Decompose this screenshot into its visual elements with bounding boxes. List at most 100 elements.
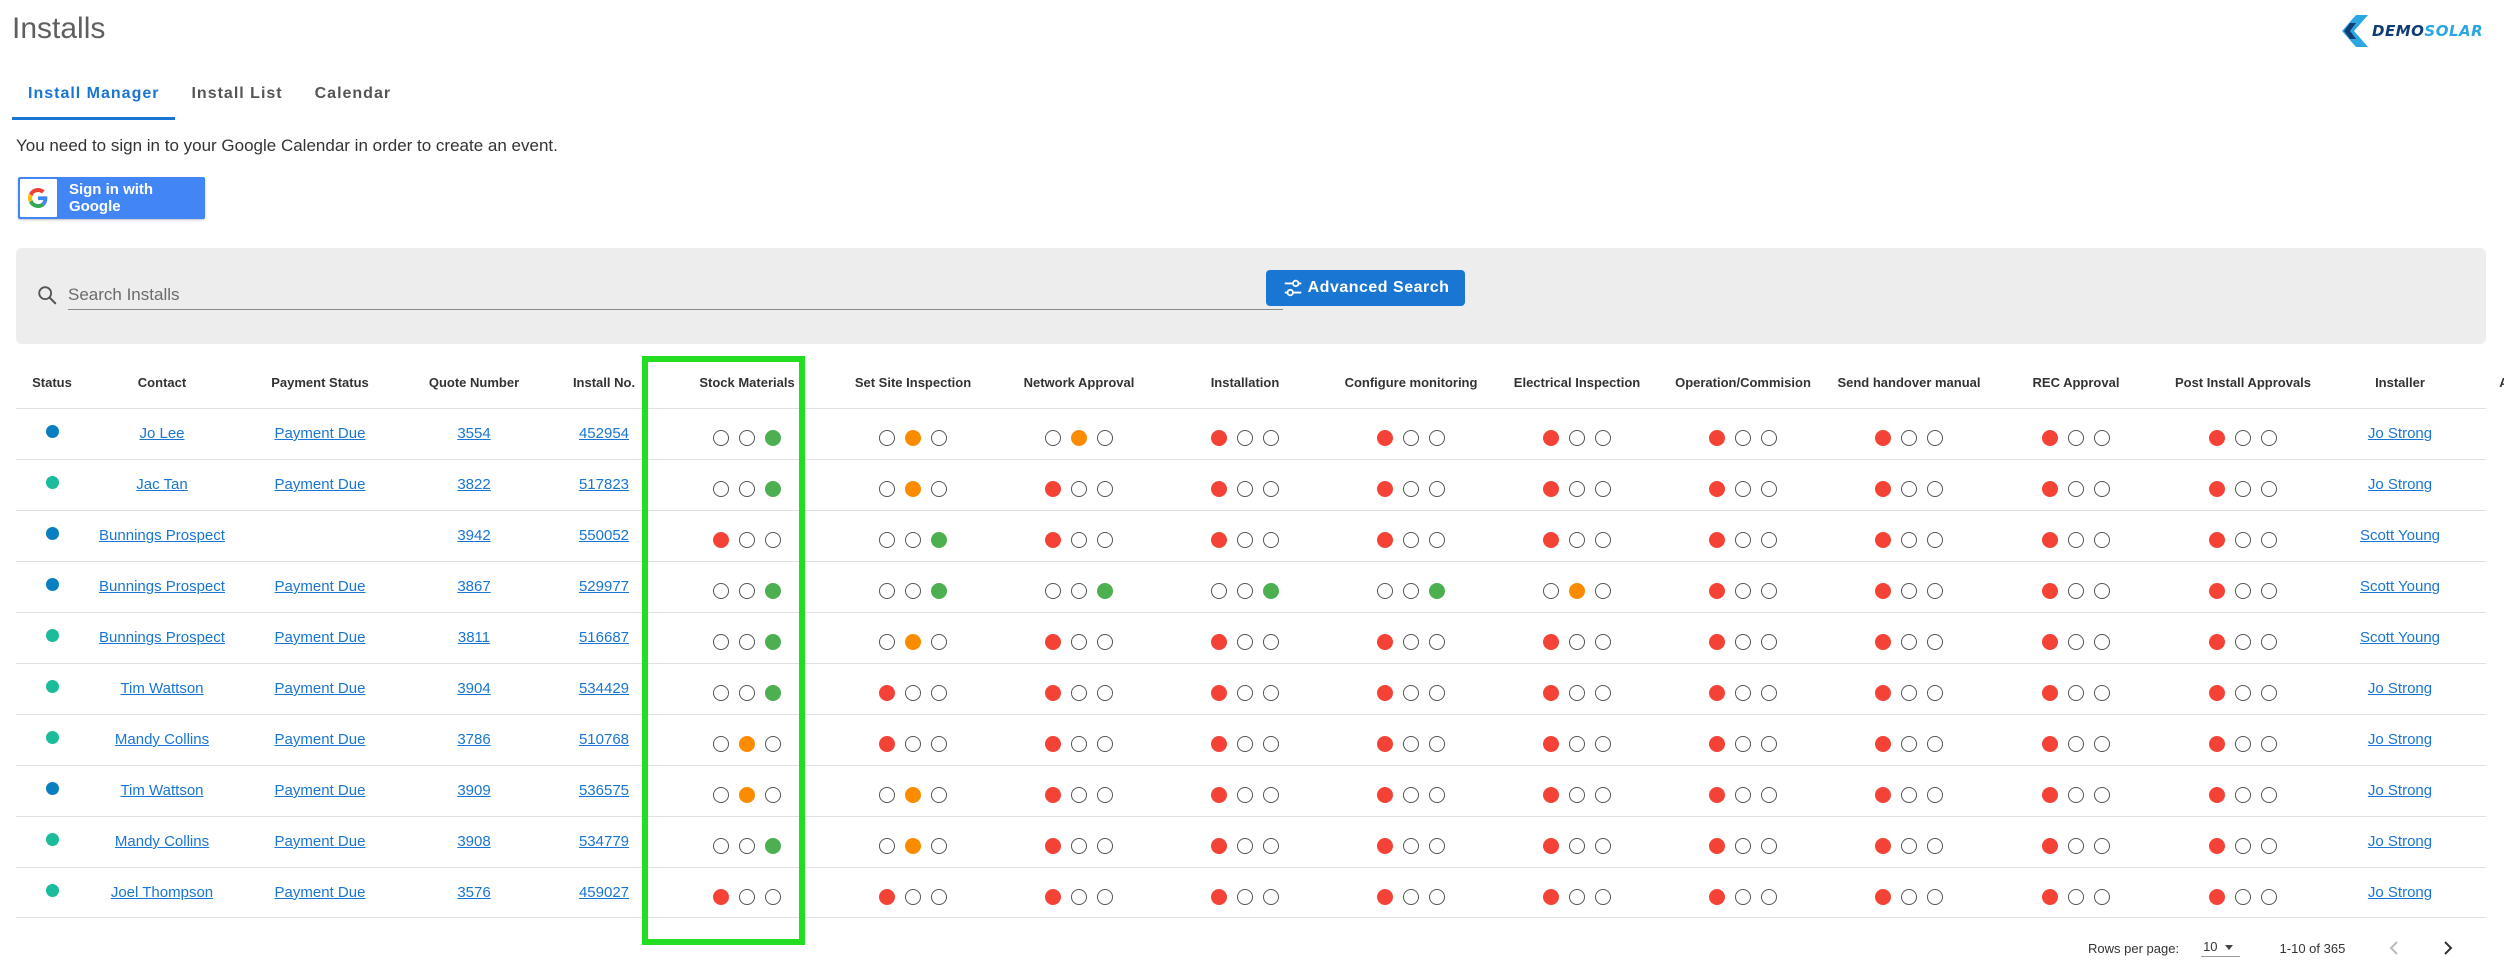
- stage-light-off[interactable]: [1901, 481, 1917, 497]
- stage-light-off[interactable]: [1403, 685, 1419, 701]
- stage-light-green[interactable]: [765, 481, 781, 497]
- stage-light-red[interactable]: [1543, 888, 1559, 905]
- install-no-link[interactable]: 516687: [579, 629, 629, 646]
- stage-light-red[interactable]: [1211, 838, 1227, 854]
- stage-light-off[interactable]: [2068, 481, 2084, 497]
- stage-light-off[interactable]: [1429, 888, 1445, 905]
- stage-light-red[interactable]: [1211, 481, 1227, 497]
- stage-light-off[interactable]: [1237, 430, 1253, 446]
- stage-light-red[interactable]: [1875, 787, 1891, 803]
- stage-light-off[interactable]: [739, 430, 755, 446]
- stage-light-red[interactable]: [2209, 430, 2225, 446]
- stage-light-off[interactable]: [1901, 838, 1917, 854]
- payment-status-link[interactable]: Payment Due: [275, 680, 366, 697]
- stage-light-off[interactable]: [2235, 736, 2251, 752]
- stage-light-off[interactable]: [765, 787, 781, 803]
- stage-light-off[interactable]: [1211, 583, 1227, 599]
- stage-light-off[interactable]: [1403, 736, 1419, 752]
- stage-light-green[interactable]: [765, 838, 781, 854]
- payment-status-link[interactable]: Payment Due: [275, 833, 366, 850]
- stage-light-off[interactable]: [2261, 634, 2277, 650]
- contact-link[interactable]: Bunnings Prospect: [99, 578, 225, 595]
- stage-light-off[interactable]: [1901, 430, 1917, 446]
- stage-light-off[interactable]: [2068, 888, 2084, 905]
- stage-light-off[interactable]: [1403, 481, 1419, 497]
- payment-status-link[interactable]: Payment Due: [275, 425, 366, 442]
- stage-light-off[interactable]: [713, 430, 729, 446]
- advanced-search-button[interactable]: Advanced Search: [1266, 270, 1465, 306]
- stage-light-off[interactable]: [739, 532, 755, 548]
- stage-light-red[interactable]: [2209, 481, 2225, 497]
- stage-light-off[interactable]: [2235, 481, 2251, 497]
- stage-light-orange[interactable]: [905, 430, 921, 446]
- stage-light-off[interactable]: [2068, 838, 2084, 854]
- stage-light-green[interactable]: [1097, 583, 1113, 599]
- stage-light-red[interactable]: [1377, 838, 1393, 854]
- stage-light-off[interactable]: [1263, 685, 1279, 701]
- stage-light-off[interactable]: [2068, 430, 2084, 446]
- stage-light-off[interactable]: [1761, 736, 1777, 752]
- stage-light-off[interactable]: [2235, 787, 2251, 803]
- stage-light-orange[interactable]: [1071, 430, 1087, 446]
- stage-light-off[interactable]: [1263, 481, 1279, 497]
- stage-light-off[interactable]: [1403, 634, 1419, 650]
- stage-light-off[interactable]: [2068, 685, 2084, 701]
- stage-light-off[interactable]: [1237, 685, 1253, 701]
- stage-light-off[interactable]: [1429, 838, 1445, 854]
- stage-light-off[interactable]: [1263, 736, 1279, 752]
- install-no-link[interactable]: 536575: [579, 782, 629, 799]
- stage-light-off[interactable]: [1569, 532, 1585, 548]
- stage-light-red[interactable]: [1709, 736, 1725, 752]
- stage-light-off[interactable]: [1569, 787, 1585, 803]
- installer-link[interactable]: Jo Strong: [2368, 833, 2432, 850]
- stage-light-red[interactable]: [2042, 430, 2058, 446]
- quote-number-link[interactable]: 3786: [457, 731, 490, 748]
- stage-light-off[interactable]: [931, 481, 947, 497]
- tab-calendar[interactable]: Calendar: [299, 76, 407, 120]
- stage-light-off[interactable]: [2235, 888, 2251, 905]
- stage-light-red[interactable]: [1377, 685, 1393, 701]
- stage-light-red[interactable]: [2209, 532, 2225, 548]
- stage-light-green[interactable]: [765, 583, 781, 599]
- stage-light-off[interactable]: [713, 787, 729, 803]
- stage-light-off[interactable]: [2094, 736, 2110, 752]
- stage-light-off[interactable]: [2235, 685, 2251, 701]
- stage-light-green[interactable]: [931, 583, 947, 599]
- stage-light-red[interactable]: [1875, 481, 1891, 497]
- stage-light-off[interactable]: [2261, 787, 2277, 803]
- stage-light-off[interactable]: [1735, 888, 1751, 905]
- stage-light-off[interactable]: [1761, 685, 1777, 701]
- stage-light-off[interactable]: [2261, 430, 2277, 446]
- stage-light-off[interactable]: [1237, 787, 1253, 803]
- stage-light-off[interactable]: [739, 838, 755, 854]
- stage-light-orange[interactable]: [739, 787, 755, 803]
- stage-light-red[interactable]: [2042, 888, 2058, 905]
- stage-light-red[interactable]: [1709, 888, 1725, 905]
- stage-light-red[interactable]: [1377, 481, 1393, 497]
- stage-light-off[interactable]: [1761, 532, 1777, 548]
- install-no-link[interactable]: 529977: [579, 578, 629, 595]
- stage-light-off[interactable]: [879, 532, 895, 548]
- stage-light-off[interactable]: [1569, 838, 1585, 854]
- stage-light-off[interactable]: [1071, 532, 1087, 548]
- stage-light-off[interactable]: [905, 736, 921, 752]
- installer-link[interactable]: Jo Strong: [2368, 476, 2432, 493]
- stage-light-off[interactable]: [879, 838, 895, 854]
- quote-number-link[interactable]: 3822: [457, 476, 490, 493]
- installer-link[interactable]: Jo Strong: [2368, 731, 2432, 748]
- stage-light-off[interactable]: [2261, 583, 2277, 599]
- stage-light-off[interactable]: [2094, 481, 2110, 497]
- stage-light-orange[interactable]: [905, 838, 921, 854]
- stage-light-off[interactable]: [1263, 634, 1279, 650]
- stage-light-red[interactable]: [2042, 736, 2058, 752]
- stage-light-off[interactable]: [2068, 736, 2084, 752]
- stage-light-off[interactable]: [1097, 888, 1113, 905]
- stage-light-off[interactable]: [931, 888, 947, 905]
- stage-light-off[interactable]: [931, 685, 947, 701]
- stage-light-off[interactable]: [2094, 532, 2110, 548]
- stage-light-red[interactable]: [1377, 888, 1393, 905]
- stage-light-off[interactable]: [1263, 532, 1279, 548]
- stage-light-orange[interactable]: [905, 634, 921, 650]
- stage-light-off[interactable]: [931, 787, 947, 803]
- tab-install-list[interactable]: Install List: [175, 76, 298, 120]
